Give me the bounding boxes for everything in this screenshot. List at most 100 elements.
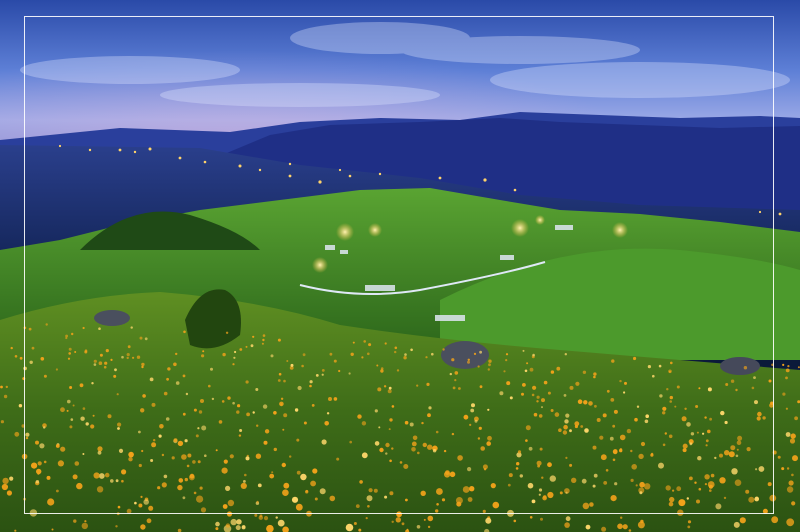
flower-dot [678, 499, 686, 507]
flower-dot [279, 401, 284, 407]
flower-dot [245, 456, 250, 461]
flower-dot [163, 391, 168, 396]
flower-dot [286, 360, 289, 362]
flower-dot [753, 376, 756, 379]
flower-dot [321, 369, 325, 372]
flower-dot [22, 377, 26, 381]
flower-dot [522, 349, 525, 352]
flower-dot [416, 525, 421, 529]
flower-dot [603, 481, 608, 485]
flower-dot [256, 500, 259, 503]
flower-dot [637, 521, 645, 529]
flower-dot [769, 494, 777, 502]
flower-dot [243, 480, 246, 483]
flower-dot [452, 386, 456, 390]
flower-dot [73, 519, 77, 523]
flower-dot [669, 395, 673, 400]
flower-dot [422, 442, 427, 448]
flower-dot [275, 516, 278, 519]
flower-dot [117, 427, 120, 430]
flower-dot [487, 435, 492, 441]
flower-dot [443, 449, 447, 453]
flower-dot [631, 464, 637, 470]
flower-dot [538, 488, 543, 492]
flower-dot [705, 444, 708, 447]
flower-dot [684, 407, 687, 410]
flower-dot [521, 392, 524, 396]
flower-dot [581, 478, 587, 484]
flower-dot [719, 477, 726, 484]
flower-dot [619, 434, 626, 441]
flower-dot [427, 413, 431, 418]
flower-dot [198, 410, 203, 414]
flower-dot [291, 496, 299, 503]
flower-dot [110, 358, 113, 361]
flower-dot [609, 436, 614, 441]
flower-dot [458, 387, 461, 390]
flower-dot [72, 474, 78, 480]
flower-dot [707, 387, 712, 392]
flower-dot [161, 453, 165, 457]
flower-dot [295, 503, 303, 511]
flower-dot [240, 482, 247, 489]
flower-dot [385, 452, 388, 455]
flower-dot [734, 479, 742, 487]
flower-dot [426, 382, 430, 386]
flower-dot [359, 480, 363, 484]
flower-dot [427, 444, 433, 450]
flower-dot [333, 397, 338, 401]
flower-dot [236, 519, 242, 525]
flower-dot [647, 365, 652, 369]
flower-dot [457, 455, 463, 461]
flower-dot [69, 425, 73, 429]
flower-dot [29, 360, 33, 364]
flower-dot [593, 473, 598, 478]
flower-dot [541, 398, 545, 403]
flower-dot [21, 424, 25, 428]
flower-dot [283, 413, 288, 418]
flower-dot [143, 499, 149, 505]
flower-dot [725, 383, 729, 386]
flower-dot [114, 368, 117, 372]
flower-dot [612, 449, 618, 455]
flower-dot [311, 404, 315, 407]
flower-dot [707, 429, 711, 434]
flower-dot [444, 471, 451, 478]
flower-dot [306, 510, 312, 517]
flower-dot [565, 456, 568, 459]
flower-dot [92, 414, 95, 417]
flower-dot [541, 406, 543, 409]
flower-dot [529, 367, 534, 372]
flower-dot [388, 386, 392, 390]
flower-dot [82, 407, 86, 410]
flower-dot [435, 430, 439, 434]
flower-dot [257, 483, 262, 488]
flower-dot [492, 501, 500, 509]
flower-dot [348, 372, 351, 375]
flower-dot [28, 327, 32, 331]
flower-dot [451, 358, 455, 362]
flower-dot [488, 359, 492, 363]
flower-dot [90, 424, 95, 429]
flower-dot [791, 501, 796, 506]
flower-dot [689, 442, 693, 446]
flower-dot [211, 397, 215, 401]
flower-dot [336, 457, 340, 461]
flower-dot [139, 336, 143, 340]
flower-dot [232, 401, 235, 405]
flower-dot [583, 400, 588, 405]
flower-dot [547, 462, 552, 468]
flower-dot [463, 414, 469, 420]
flower-dot [786, 467, 790, 470]
flower-dot [0, 385, 3, 389]
flower-dot [736, 440, 742, 446]
flower-dot [731, 468, 738, 475]
flower-dot [103, 365, 107, 369]
flower-dot [622, 524, 628, 530]
flower-dot [431, 352, 434, 356]
flower-dot [223, 459, 228, 464]
flower-dot [479, 385, 483, 389]
flower-dot [565, 413, 570, 418]
flower-dot [719, 453, 723, 458]
rock-right [720, 357, 760, 375]
